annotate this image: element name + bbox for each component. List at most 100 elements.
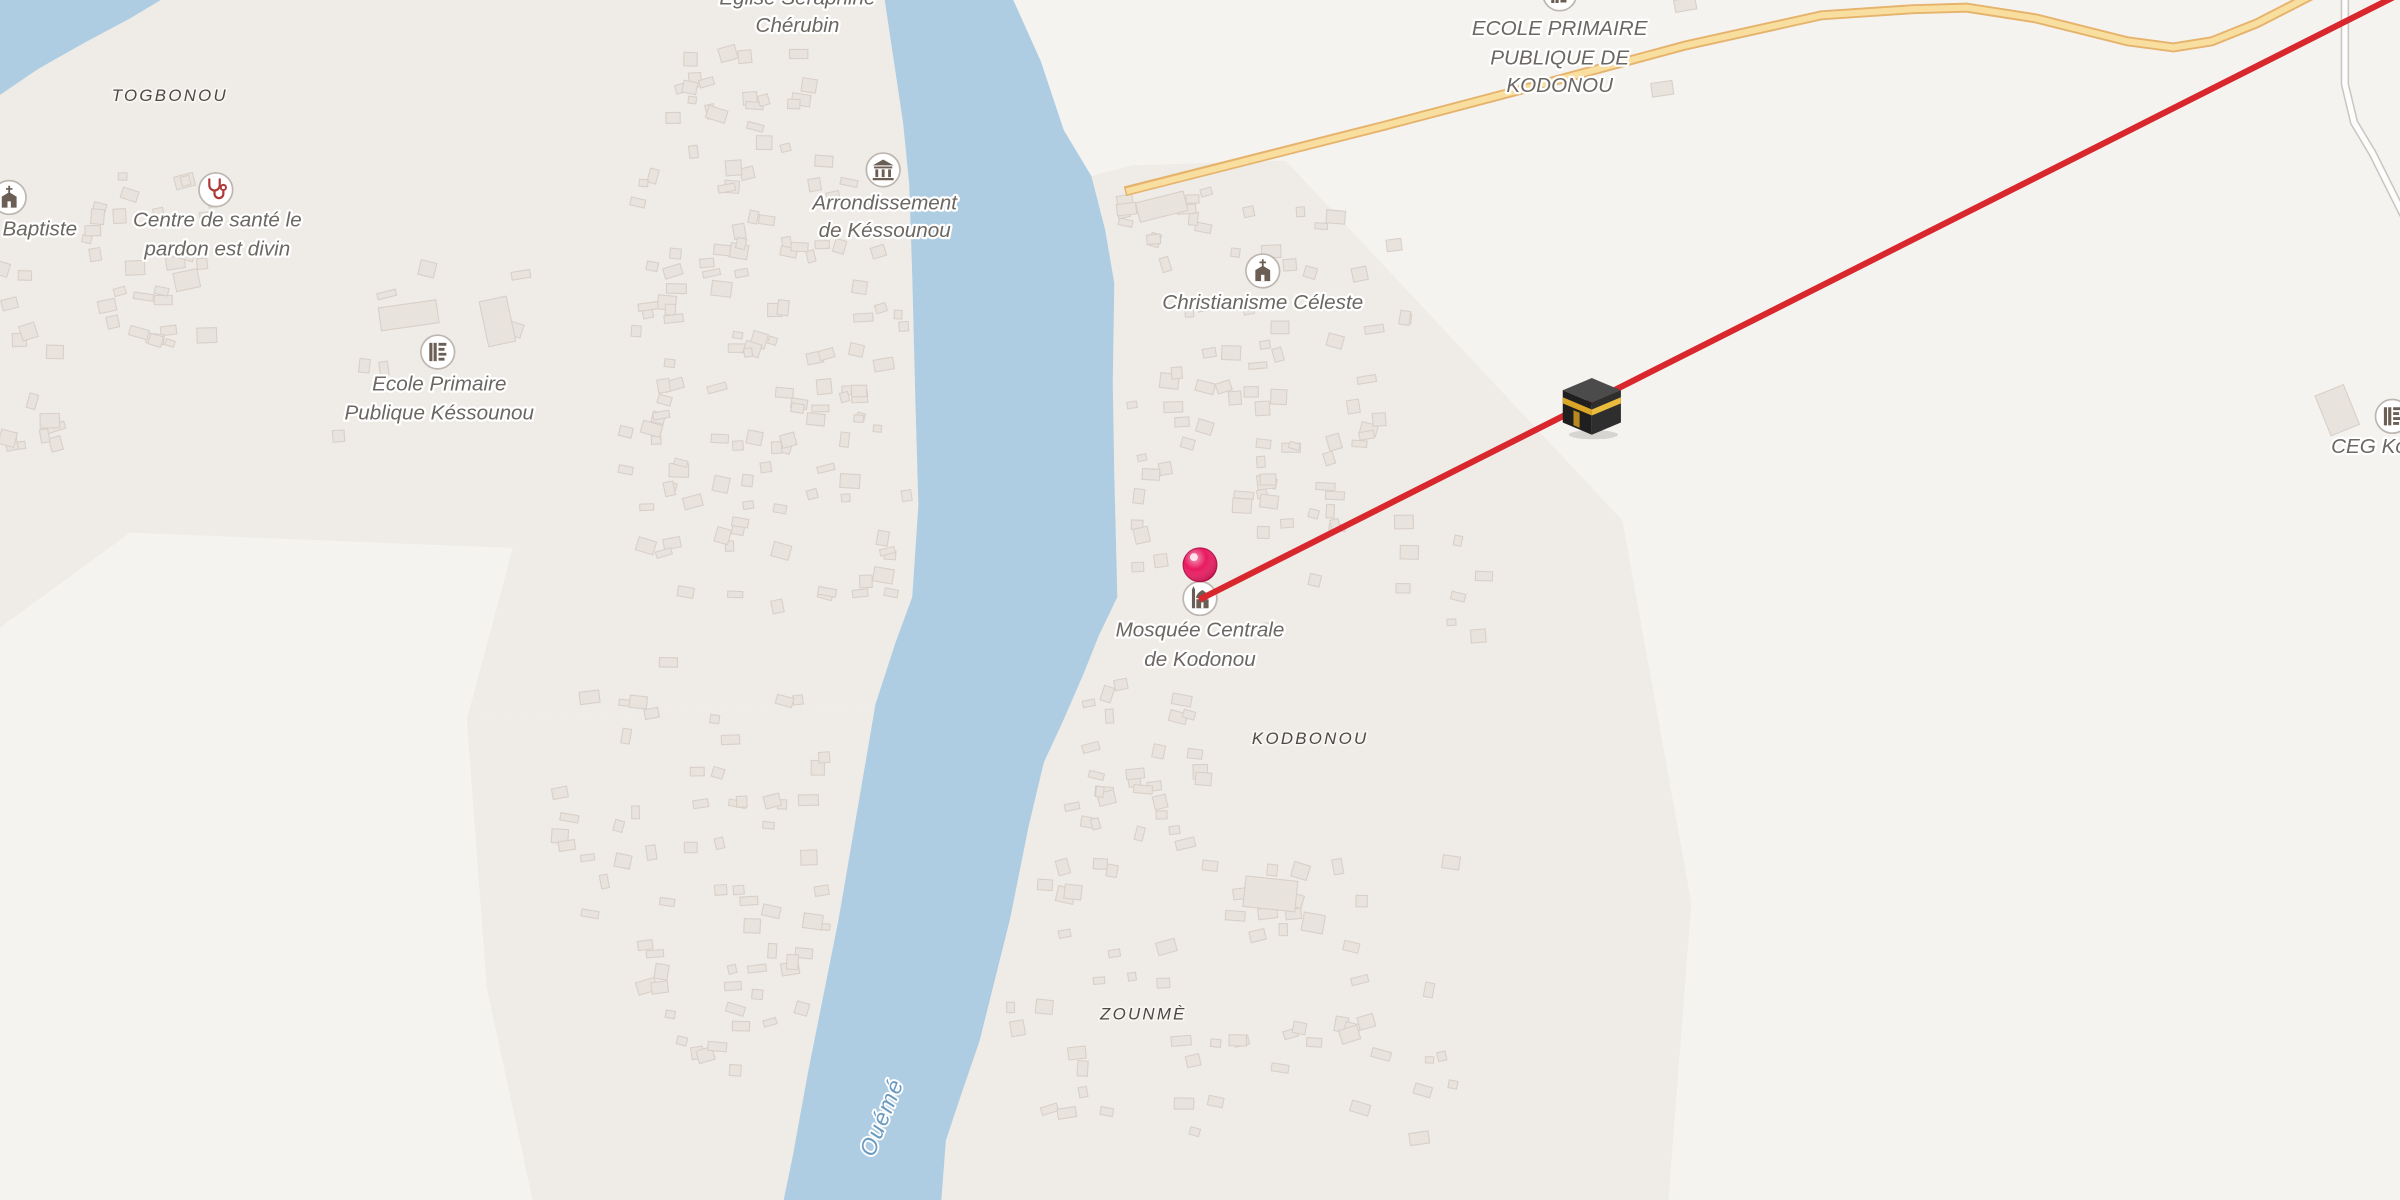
building-footprint bbox=[813, 884, 830, 898]
building-footprint bbox=[875, 529, 891, 547]
building-footprint bbox=[767, 942, 778, 959]
building-footprint bbox=[1395, 582, 1411, 594]
poi-label-mosquee-centrale-line2: de Kodonou bbox=[1144, 648, 1256, 671]
building-footprint bbox=[776, 299, 790, 317]
building-footprint bbox=[1112, 677, 1129, 692]
poi-label-ecole-kessounou-line1: Ecole Primaire bbox=[372, 372, 506, 395]
building-footprint bbox=[689, 766, 705, 777]
map-canvas[interactable]: TOGBONOU KODBONOU ZOUNMÈ Ouémé Eglise Sé… bbox=[0, 0, 2400, 1200]
building-footprint bbox=[731, 1020, 751, 1032]
building-footprint bbox=[1325, 503, 1336, 519]
building-footprint bbox=[1115, 201, 1138, 217]
building-footprint bbox=[1355, 894, 1368, 908]
building-footprint bbox=[1168, 824, 1181, 836]
building-footprint bbox=[1008, 1019, 1027, 1038]
building-footprint bbox=[815, 378, 833, 396]
building-footprint bbox=[1150, 743, 1167, 760]
building-footprint bbox=[1422, 981, 1436, 999]
building-footprint bbox=[1136, 453, 1148, 463]
mosque-icon-door bbox=[1201, 602, 1204, 609]
poi-badge bbox=[420, 334, 456, 370]
building-footprint bbox=[1345, 398, 1361, 415]
building-footprint bbox=[840, 493, 851, 503]
building-footprint bbox=[1307, 507, 1321, 520]
poi-label-centre-sante-line2: pardon est divin bbox=[143, 238, 290, 261]
building-footprint bbox=[817, 751, 831, 764]
building-footprint bbox=[676, 585, 696, 600]
building-footprint bbox=[730, 516, 750, 529]
building-footprint bbox=[851, 588, 869, 599]
building-footprint bbox=[1255, 455, 1267, 469]
building-footprint bbox=[1331, 857, 1345, 876]
building-footprint bbox=[417, 259, 438, 279]
poi-label-ecole-kodonou-line3: KODONOU bbox=[1506, 74, 1614, 97]
building-footprint bbox=[1259, 473, 1277, 486]
building-footprint bbox=[1066, 1045, 1088, 1061]
building-footprint bbox=[331, 429, 346, 443]
building-footprint bbox=[1408, 1130, 1431, 1147]
building-footprint bbox=[620, 727, 633, 745]
building-footprint bbox=[1131, 561, 1145, 573]
building-footprint bbox=[1282, 258, 1298, 272]
building-footprint bbox=[750, 988, 764, 1001]
place-label-zounme: ZOUNMÈ bbox=[1099, 1004, 1187, 1023]
building-footprint bbox=[838, 390, 851, 404]
building-footprint bbox=[645, 948, 665, 959]
building-footprint bbox=[1209, 1038, 1222, 1049]
building-footprint bbox=[628, 694, 649, 710]
building-footprint bbox=[613, 852, 633, 870]
building-footprint bbox=[893, 309, 903, 320]
poi-label-ecole-kodonou-line1: ECOLE PRIMAIRE bbox=[1472, 17, 1648, 40]
building-footprint bbox=[734, 236, 748, 251]
building-footprint bbox=[710, 433, 730, 444]
building-footprint bbox=[737, 49, 753, 65]
building-footprint bbox=[662, 480, 677, 498]
building-footprint bbox=[747, 209, 760, 225]
building-footprint bbox=[196, 326, 218, 344]
building-footprint bbox=[687, 144, 700, 159]
building-footprint bbox=[786, 98, 801, 110]
building-footprint bbox=[1270, 320, 1290, 335]
building-footprint bbox=[1173, 1097, 1195, 1110]
building-footprint bbox=[88, 246, 103, 263]
poi-label-eglise-seraphine-line2: Chérubin bbox=[756, 14, 840, 37]
building-footprint bbox=[723, 980, 743, 992]
building-footprint bbox=[1278, 922, 1289, 937]
building-footprint bbox=[45, 344, 65, 360]
building-footprint bbox=[724, 159, 743, 177]
poi-label-arrondissement-line2: de Késsounou bbox=[819, 219, 952, 242]
building-footprint bbox=[1132, 525, 1151, 545]
building-footprint bbox=[658, 896, 676, 908]
building-footprint bbox=[1063, 883, 1083, 901]
building-footprint bbox=[1241, 205, 1256, 219]
building-footprint bbox=[711, 474, 731, 495]
building-footprint bbox=[779, 142, 792, 154]
building-footprint bbox=[1220, 345, 1242, 361]
building-footprint bbox=[1201, 346, 1218, 359]
building-footprint bbox=[1170, 1034, 1193, 1048]
selected-location-marker[interactable] bbox=[1182, 547, 1218, 583]
poi-label-christianisme-celeste: Christianisme Céleste bbox=[1162, 291, 1363, 314]
building-footprint bbox=[1099, 1105, 1115, 1118]
building-footprint bbox=[1077, 1085, 1089, 1099]
map-svg: TOGBONOU KODBONOU ZOUNMÈ Ouémé Eglise Sé… bbox=[0, 0, 2400, 1200]
building-footprint bbox=[739, 895, 759, 907]
building-footprint bbox=[1242, 875, 1299, 913]
building-footprint bbox=[872, 356, 896, 373]
building-footprint bbox=[643, 706, 661, 721]
building-footprint bbox=[1399, 544, 1420, 560]
building-footprint bbox=[692, 798, 710, 810]
building-footprint bbox=[1254, 400, 1271, 417]
building-footprint bbox=[117, 172, 128, 181]
building-footprint bbox=[84, 224, 102, 237]
building-footprint bbox=[1266, 863, 1279, 877]
building-footprint bbox=[1385, 237, 1403, 253]
building-footprint bbox=[664, 303, 677, 316]
building-footprint bbox=[726, 963, 738, 975]
building-footprint bbox=[709, 713, 721, 725]
building-footprint bbox=[663, 313, 685, 325]
building-footprint bbox=[1126, 971, 1138, 982]
building-footprint bbox=[1371, 412, 1387, 427]
poi-label-baptiste: Baptiste bbox=[2, 218, 77, 241]
building-footprint bbox=[39, 412, 61, 429]
